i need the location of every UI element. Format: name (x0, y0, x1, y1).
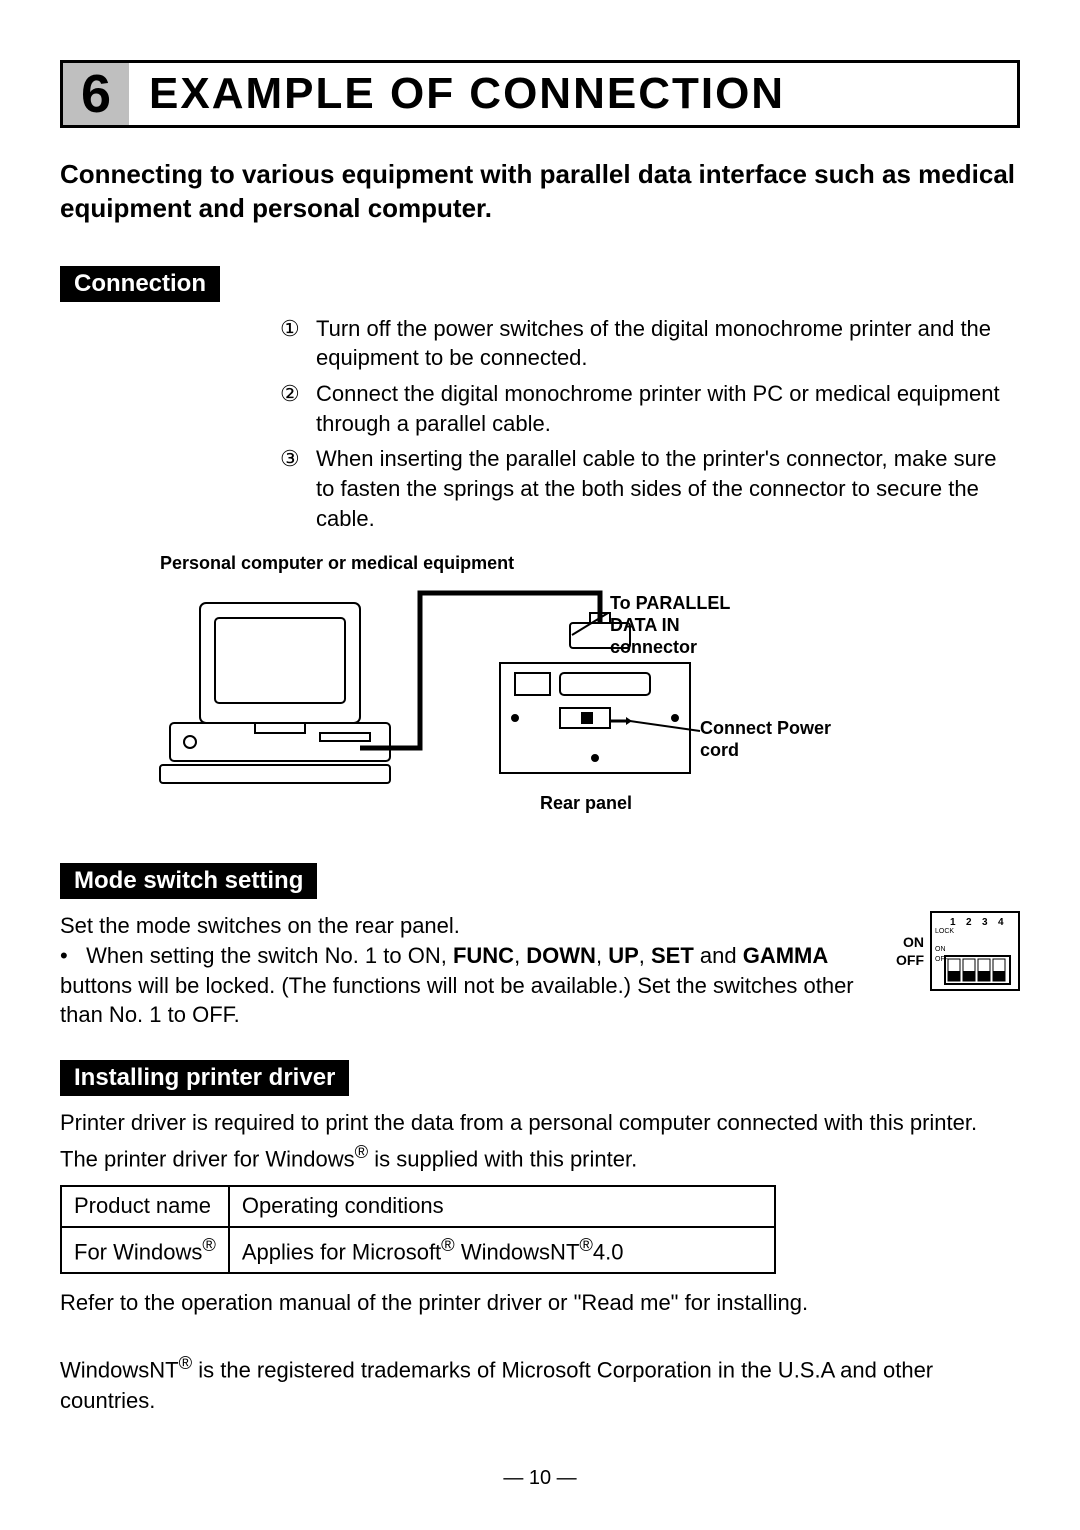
section-header: 6 EXAMPLE OF CONNECTION (60, 60, 1020, 128)
mode-heading: Mode switch setting (60, 863, 317, 899)
svg-text:ON: ON (935, 946, 946, 953)
mode-bold-set: SET (651, 943, 694, 968)
driver-p1: Printer driver is required to print the … (60, 1108, 1020, 1139)
mode-bullet-prefix: When setting the switch No. 1 to ON, (86, 943, 453, 968)
diagram-svg (60, 553, 1020, 833)
mode-bold-func: FUNC (453, 943, 514, 968)
connection-steps: Turn off the power switches of the digit… (60, 314, 1020, 534)
connection-diagram: Personal computer or medical equipment T… (60, 553, 1020, 833)
mode-text: Set the mode switches on the rear panel.… (60, 911, 876, 1030)
step-2: Connect the digital monochrome printer w… (280, 379, 1020, 438)
driver-p3: Refer to the operation manual of the pri… (60, 1288, 1020, 1319)
svg-text:LOCK: LOCK (935, 928, 954, 935)
driver-p2-post: is supplied with this printer. (374, 1146, 637, 1171)
driver-p2-pre: The printer driver for Windows (60, 1146, 355, 1171)
mode-bold-gamma: GAMMA (743, 943, 829, 968)
dip-off-label: OFF (896, 951, 924, 969)
intro-text: Connecting to various equipment with par… (60, 158, 1020, 226)
driver-table: Product name Operating conditions For Wi… (60, 1185, 776, 1274)
driver-td-product: For Windows® (61, 1227, 229, 1273)
driver-body: Printer driver is required to print the … (60, 1108, 1020, 1416)
step-1: Turn off the power switches of the digit… (280, 314, 1020, 373)
driver-td-conditions: Applies for Microsoft® WindowsNT®4.0 (229, 1227, 775, 1273)
page-number: — 10 — (60, 1467, 1020, 1490)
driver-th-product: Product name (61, 1186, 229, 1227)
dip-svg: 1 2 3 4 LOCK ON OFF (930, 911, 1020, 991)
driver-th-conditions: Operating conditions (229, 1186, 775, 1227)
mode-bullet-mid: buttons will be locked. (The functions w… (60, 973, 854, 1028)
driver-p4: WindowsNT® is the registered trademarks … (60, 1350, 1020, 1417)
dip-on-label: ON (896, 933, 924, 951)
svg-text:3: 3 (982, 917, 988, 928)
step-3: When inserting the parallel cable to the… (280, 444, 1020, 533)
mode-line1: Set the mode switches on the rear panel. (60, 913, 460, 938)
svg-text:4: 4 (998, 917, 1004, 928)
section-title: EXAMPLE OF CONNECTION (129, 63, 805, 125)
mode-bold-down: DOWN (526, 943, 596, 968)
section-number: 6 (63, 63, 129, 125)
mode-bold-up: UP (608, 943, 639, 968)
svg-text:2: 2 (966, 917, 972, 928)
driver-heading: Installing printer driver (60, 1060, 349, 1096)
svg-text:1: 1 (950, 917, 956, 928)
svg-text:OFF: OFF (935, 956, 949, 963)
connection-heading: Connection (60, 266, 220, 302)
dip-switch-diagram: ON OFF 1 2 3 4 LOCK ON OFF (896, 911, 1020, 991)
